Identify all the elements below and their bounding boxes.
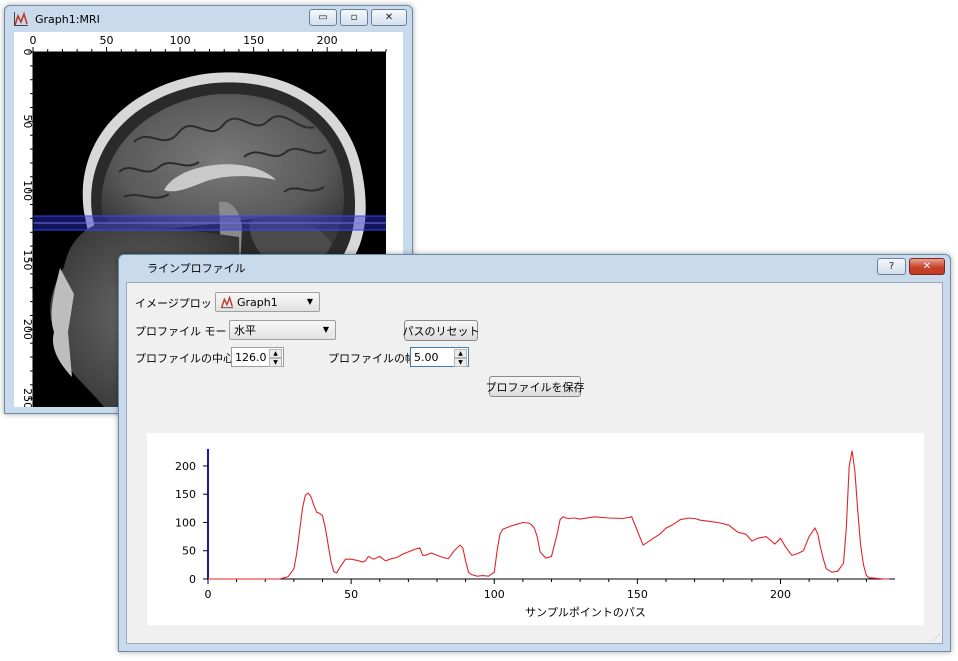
top-axis-tick-label: 0: [30, 34, 37, 47]
left-axis-tick-label: 0: [21, 49, 34, 56]
minimize-button[interactable]: ▭: [309, 9, 337, 26]
line-profile-dialog[interactable]: ラインプロファイル ? ✕ イメージプロット: Graph1 ▼ プロファイル …: [118, 254, 951, 652]
profile-width-spinner[interactable]: 5.00 ▲ ▼: [410, 347, 469, 367]
maximize-icon: ▫: [350, 12, 358, 23]
resize-grip-icon[interactable]: ⋰: [932, 633, 940, 642]
x-tick-label: 150: [627, 588, 648, 601]
spinner-buttons[interactable]: ▲ ▼: [454, 349, 467, 367]
help-icon: ?: [888, 261, 895, 272]
top-axis-tick-label: 50: [100, 34, 114, 47]
dialog-titlebar[interactable]: ラインプロファイル: [119, 255, 950, 281]
profile-mode-select[interactable]: 水平 ▼: [229, 320, 336, 340]
graph-window-title: Graph1:MRI: [35, 12, 100, 26]
graph-app-icon: [14, 11, 28, 26]
graph-icon: [220, 295, 234, 309]
profile-center-label: プロファイルの中心:: [135, 352, 238, 365]
y-tick-label: 150: [175, 488, 196, 501]
image-plot-select[interactable]: Graph1 ▼: [215, 292, 320, 312]
spin-down-icon[interactable]: ▼: [269, 358, 282, 367]
profile-band[interactable]: [33, 215, 386, 231]
image-plot-label: イメージプロット:: [135, 297, 227, 310]
x-tick-label: 0: [205, 588, 212, 601]
reset-path-button[interactable]: パスのリセット: [403, 320, 480, 341]
top-axis-tick-label: 100: [170, 34, 191, 47]
x-tick-label: 50: [344, 588, 358, 601]
spin-up-icon[interactable]: ▲: [269, 349, 282, 358]
dialog-title: ラインプロファイル: [147, 262, 246, 275]
save-profile-button[interactable]: プロファイルを保存: [486, 376, 585, 397]
image-plot-value: Graph1: [237, 295, 278, 309]
profile-plot-area[interactable]: 0 50 100 150 200 0 50 100 150 200 サンプルポイントのパス: [147, 433, 924, 625]
maximize-button[interactable]: ▫: [340, 9, 368, 26]
spinner-buttons[interactable]: ▲ ▼: [269, 349, 282, 367]
top-axis-tick-label: 200: [317, 34, 338, 47]
chevron-down-icon: ▼: [306, 297, 313, 306]
spin-down-icon[interactable]: ▼: [454, 358, 467, 367]
x-tick-label: 100: [484, 588, 505, 601]
profile-center-value: 126.0: [235, 350, 267, 364]
profile-series-line: [208, 450, 890, 580]
top-axis-tick-label: 150: [243, 34, 264, 47]
profile-width-value: 5.00: [414, 350, 439, 364]
chevron-down-icon: ▼: [322, 325, 329, 334]
profile-mode-label: プロファイル モード:: [135, 325, 242, 338]
y-tick-label: 50: [182, 545, 196, 558]
close-icon: ✕: [384, 12, 394, 23]
graph-close-button[interactable]: ✕: [371, 9, 407, 26]
y-tick-label: 200: [175, 460, 196, 473]
left-axis-tick-label: 150: [21, 250, 34, 271]
dialog-body: イメージプロット: Graph1 ▼ プロファイル モード: 水平 ▼ パスのリ…: [126, 282, 943, 644]
left-axis-tick-label: 50: [21, 114, 34, 128]
left-axis-tick-label: 250: [21, 388, 34, 407]
left-axis-tick-label: 100: [21, 180, 34, 201]
dialog-close-button[interactable]: ✕: [909, 258, 945, 275]
left-axis-tick-label: 200: [21, 319, 34, 340]
profile-mode-value: 水平: [234, 324, 256, 337]
spin-up-icon[interactable]: ▲: [454, 349, 467, 358]
close-icon: ✕: [922, 261, 932, 272]
y-tick-label: 0: [189, 573, 196, 586]
help-button[interactable]: ?: [877, 258, 906, 275]
profile-center-spinner[interactable]: 126.0 ▲ ▼: [231, 347, 284, 367]
y-tick-label: 100: [175, 516, 196, 529]
profile-chart[interactable]: 0 50 100 150 200 0 50 100 150 200 サンプルポイントのパス: [147, 433, 924, 625]
minimize-icon: ▭: [318, 12, 328, 23]
x-axis-label: サンプルポイントのパス: [525, 606, 646, 619]
profile-width-label: プロファイルの幅:: [328, 352, 420, 365]
x-tick-label: 200: [770, 588, 791, 601]
